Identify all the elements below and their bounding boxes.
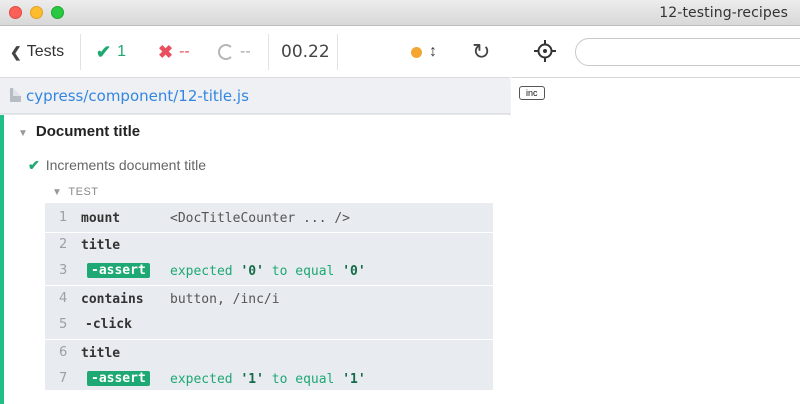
- command-name: title: [81, 346, 121, 361]
- divider: [268, 34, 269, 70]
- caret-down-icon: ▼: [52, 187, 63, 198]
- test-title[interactable]: ✔ Increments document title: [28, 157, 206, 174]
- divider: [337, 34, 338, 70]
- command-row[interactable]: 6 title: [45, 340, 493, 367]
- pending-value: --: [240, 43, 251, 60]
- x-icon: ✖: [158, 41, 174, 62]
- app-under-test-panel: inc: [511, 26, 800, 404]
- command-message: <DocTitleCounter ... />: [170, 211, 351, 226]
- spec-file-link[interactable]: cypress/component/12-title.js: [26, 87, 249, 105]
- caret-down-icon: ▼: [18, 128, 28, 139]
- command-number: 5: [59, 317, 68, 332]
- test-title-text: Increments document title: [45, 157, 207, 173]
- check-icon: ✔: [96, 41, 112, 62]
- check-icon: ✔: [28, 157, 40, 173]
- command-name: mount: [81, 211, 121, 226]
- failed-count: ✖ --: [158, 26, 190, 78]
- stats-bar: ❮ Tests ✔ 1 ✖ -- -- 00.22 ↕ ↻: [0, 26, 510, 78]
- duration: 00.22: [281, 42, 330, 62]
- assert-message: expected '1' to equal '1': [170, 372, 366, 387]
- assert-message: expected '0' to equal '0': [170, 264, 366, 279]
- command-number: 2: [59, 237, 68, 252]
- command-log: 1 mount <DocTitleCounter ... /> 2 title …: [45, 203, 493, 390]
- spec-header: cypress/component/12-title.js: [0, 78, 510, 114]
- command-number: 6: [59, 345, 68, 360]
- zoom-window-button[interactable]: [51, 6, 64, 19]
- suite-title[interactable]: ▼ Document title: [18, 123, 140, 140]
- minimize-window-button[interactable]: [30, 6, 43, 19]
- suite-title-text: Document title: [35, 123, 141, 140]
- command-row[interactable]: 7 -assert expected '1' to equal '1': [45, 366, 493, 393]
- command-name: title: [81, 238, 121, 253]
- chevron-left-icon: ❮: [10, 43, 22, 60]
- passed-value: 1: [117, 43, 126, 60]
- passed-count: ✔ 1: [96, 26, 126, 78]
- command-number: 3: [59, 263, 68, 278]
- command-number: 4: [59, 291, 68, 306]
- aut-header: [511, 26, 800, 78]
- assert-badge: -assert: [87, 263, 150, 278]
- command-row[interactable]: 2 title: [45, 232, 493, 259]
- command-row[interactable]: 4 contains button, /inc/i: [45, 286, 493, 313]
- pending-count: --: [218, 26, 251, 78]
- file-icon: [10, 88, 21, 102]
- command-number: 1: [59, 210, 68, 225]
- status-dot-icon: [411, 26, 422, 78]
- command-number: 7: [59, 371, 68, 386]
- command-row[interactable]: 3 -assert expected '0' to equal '0': [45, 258, 493, 285]
- failed-value: --: [179, 43, 190, 60]
- reporter-panel: ❮ Tests ✔ 1 ✖ -- -- 00.22 ↕ ↻ cypress/co…: [0, 26, 510, 404]
- reload-icon[interactable]: ↻: [472, 26, 490, 78]
- command-message: button, /inc/i: [170, 292, 280, 307]
- command-name: contains: [81, 292, 144, 307]
- command-name: -click: [85, 317, 132, 332]
- spinner-icon: [218, 44, 234, 60]
- assert-badge: -assert: [87, 371, 150, 386]
- up-down-arrow-icon[interactable]: ↕: [429, 26, 437, 78]
- command-row[interactable]: 5 -click: [45, 312, 493, 339]
- suite-pass-indicator: [0, 115, 4, 404]
- window-title: 12-testing-recipes: [659, 5, 788, 21]
- close-window-button[interactable]: [9, 6, 22, 19]
- test-section-label-text: TEST: [68, 186, 99, 198]
- window-titlebar: 12-testing-recipes: [0, 0, 800, 26]
- url-input[interactable]: [575, 38, 800, 66]
- command-row[interactable]: 1 mount <DocTitleCounter ... />: [45, 205, 493, 232]
- test-section-label[interactable]: ▼ TEST: [52, 186, 99, 198]
- tests-label: Tests: [26, 43, 65, 60]
- runnables: ▼ Document title ✔ Increments document tit…: [0, 115, 510, 404]
- divider: [80, 34, 81, 70]
- tests-back-button[interactable]: ❮ Tests: [10, 26, 64, 78]
- inc-button[interactable]: inc: [519, 86, 545, 100]
- crosshair-icon[interactable]: [533, 39, 557, 63]
